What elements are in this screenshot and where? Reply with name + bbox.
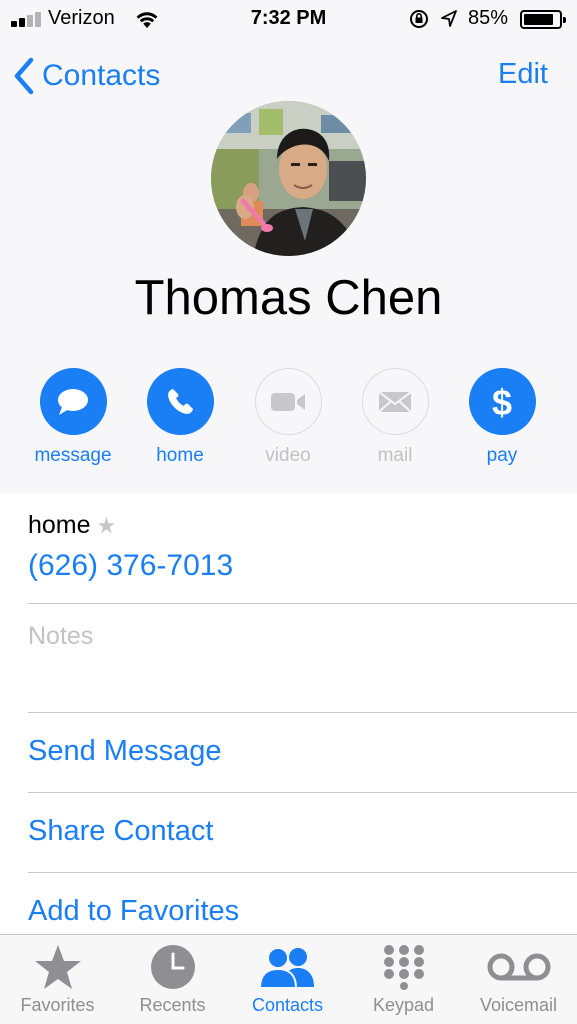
svg-text:$: $ — [492, 382, 512, 422]
pay-action-button[interactable]: $ pay — [447, 368, 557, 467]
notes-field[interactable]: Notes — [28, 622, 93, 651]
tab-contacts[interactable]: Contacts — [230, 935, 345, 1024]
mail-action-label: mail — [377, 445, 413, 466]
tab-voicemail-label: Voicemail — [479, 995, 558, 1015]
clock-icon — [150, 945, 195, 989]
video-action-button[interactable]: video — [233, 368, 343, 467]
contacts-icon — [258, 947, 314, 989]
call-home-action-button[interactable]: home — [125, 368, 235, 467]
divider — [28, 872, 577, 873]
quick-actions: message home video mail $ pay — [0, 368, 577, 478]
edit-button[interactable]: Edit — [498, 58, 548, 91]
star-icon — [34, 945, 81, 989]
envelope-icon — [378, 390, 412, 413]
battery-percent: 85% — [468, 7, 509, 29]
voicemail-icon — [487, 953, 550, 981]
share-contact-button[interactable]: Share Contact — [28, 815, 213, 848]
phone-number-link[interactable]: (626) 376-7013 — [28, 549, 233, 583]
orientation-lock-icon — [408, 9, 430, 35]
tab-keypad-label: Keypad — [372, 995, 435, 1015]
divider — [28, 712, 577, 713]
phone-type-label: home ★ — [28, 511, 116, 540]
call-home-action-label: home — [156, 445, 204, 466]
divider — [28, 603, 577, 604]
phone-icon — [168, 388, 193, 414]
video-camera-icon — [271, 392, 305, 411]
keypad-icon — [383, 945, 424, 990]
message-action-label: message — [34, 445, 112, 466]
back-button-label: Contacts — [42, 59, 161, 92]
video-action-label: video — [265, 445, 311, 466]
status-bar: Verizon 7:32 PM 85% — [0, 0, 577, 38]
tab-favorites-label: Favorites — [20, 995, 95, 1015]
contact-name: Thomas Chen — [134, 271, 443, 325]
tab-favorites[interactable]: Favorites — [0, 935, 115, 1024]
tab-recents[interactable]: Recents — [115, 935, 230, 1024]
battery-icon — [520, 10, 566, 29]
contact-avatar — [211, 101, 366, 256]
phone-label-text: home — [28, 511, 91, 539]
message-bubble-icon — [58, 388, 88, 415]
chevron-left-icon — [14, 57, 34, 95]
mail-action-button[interactable]: mail — [340, 368, 450, 467]
dollar-icon: $ — [492, 382, 512, 422]
back-button[interactable]: Contacts — [14, 55, 160, 97]
divider — [28, 792, 577, 793]
message-action-button[interactable]: message — [18, 368, 128, 467]
send-message-button[interactable]: Send Message — [28, 735, 221, 768]
favorite-star-icon: ★ — [96, 512, 117, 538]
location-arrow-icon — [440, 9, 458, 35]
add-to-favorites-button[interactable]: Add to Favorites — [28, 895, 239, 928]
tab-contacts-label: Contacts — [251, 995, 324, 1015]
tab-bar: Favorites Recents Contacts Keypad Voicem… — [0, 934, 577, 1024]
pay-action-label: pay — [486, 445, 518, 466]
tab-voicemail[interactable]: Voicemail — [461, 935, 576, 1024]
tab-recents-label: Recents — [139, 995, 206, 1015]
tab-keypad[interactable]: Keypad — [346, 935, 461, 1024]
